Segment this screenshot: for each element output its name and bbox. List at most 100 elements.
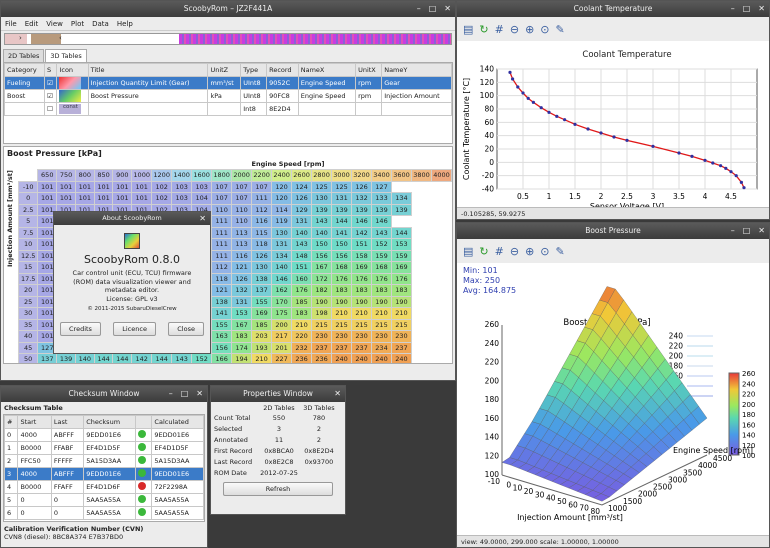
value-cell[interactable]: 129: [291, 203, 313, 216]
value-cell[interactable]: 112: [211, 261, 233, 274]
value-cell[interactable]: 176: [331, 272, 353, 285]
column-header[interactable]: Icon: [56, 63, 89, 77]
maximize-icon[interactable]: □: [743, 1, 751, 17]
value-cell[interactable]: 160: [291, 272, 313, 285]
value-cell[interactable]: 143: [371, 226, 392, 239]
column-header[interactable]: Last: [50, 415, 85, 429]
maximize-icon[interactable]: □: [181, 386, 189, 402]
value-cell[interactable]: 139: [56, 353, 76, 363]
value-cell[interactable]: 124: [291, 180, 313, 193]
menu-file[interactable]: File: [5, 20, 17, 28]
value-cell[interactable]: 150: [331, 238, 353, 251]
value-cell[interactable]: 101: [131, 192, 153, 205]
value-cell[interactable]: 156: [331, 249, 353, 262]
about-close-button[interactable]: Close: [168, 321, 204, 336]
value-cell[interactable]: 236: [311, 353, 333, 363]
value-cell[interactable]: 103: [171, 180, 193, 193]
value-cell[interactable]: 230: [311, 330, 333, 343]
value-cell[interactable]: 143: [171, 353, 193, 363]
value-cell[interactable]: 113: [231, 238, 253, 251]
data-point[interactable]: [677, 151, 681, 155]
coolant-chart[interactable]: Coolant Temperature 140 120 100 80 60 40 20 0 -20…: [457, 41, 769, 209]
menu-view[interactable]: View: [46, 20, 63, 28]
value-cell[interactable]: 139: [371, 203, 392, 216]
value-cell[interactable]: 143: [291, 238, 313, 251]
value-cell[interactable]: 155: [251, 295, 273, 308]
value-cell[interactable]: 107: [231, 180, 253, 193]
tab-2d-tables[interactable]: 2D Tables: [3, 49, 45, 62]
value-cell[interactable]: 103: [171, 192, 193, 205]
maximize-icon[interactable]: □: [743, 223, 751, 239]
value-cell[interactable]: 183: [391, 284, 412, 297]
value-cell[interactable]: 153: [391, 238, 412, 251]
column-header[interactable]: Start: [17, 415, 52, 429]
value-cell[interactable]: 144: [391, 226, 412, 239]
value-cell[interactable]: 101: [131, 180, 153, 193]
value-cell[interactable]: 152: [191, 353, 213, 363]
export-icon[interactable]: ▤: [463, 23, 473, 36]
value-cell[interactable]: 190: [311, 295, 333, 308]
value-cell[interactable]: 158: [351, 249, 373, 262]
data-point[interactable]: [690, 154, 694, 158]
table-row[interactable]: 1 B0000 FFABF EF4D1D5F EF4D1D5F: [4, 441, 204, 455]
value-cell[interactable]: 140: [291, 226, 313, 239]
value-cell[interactable]: 169: [391, 261, 412, 274]
value-cell[interactable]: 162: [271, 284, 293, 297]
value-cell[interactable]: 139: [311, 203, 333, 216]
table-row[interactable]: 0 4000 ABFFF 9EDD01E6 9EDD01E6: [4, 428, 204, 442]
value-cell[interactable]: 134: [391, 192, 412, 205]
data-point[interactable]: [539, 106, 543, 110]
boost-titlebar[interactable]: Boost Pressure – □ ✕: [457, 223, 769, 239]
close-icon[interactable]: ✕: [758, 223, 765, 239]
value-cell[interactable]: 111: [211, 238, 233, 251]
value-cell[interactable]: 107: [231, 192, 253, 205]
value-cell[interactable]: 113: [231, 226, 253, 239]
value-cell[interactable]: 102: [151, 180, 173, 193]
main-titlebar[interactable]: ScoobyRom – JZ2F441A – □ ✕: [1, 1, 455, 17]
value-cell[interactable]: 210: [391, 307, 412, 320]
value-cell[interactable]: 148: [291, 249, 313, 262]
value-cell[interactable]: 141: [211, 307, 233, 320]
value-cell[interactable]: 200: [271, 318, 293, 331]
column-header[interactable]: #: [4, 415, 19, 429]
about-titlebar[interactable]: About ScoobyRom ✕: [54, 212, 210, 225]
minimize-icon[interactable]: –: [731, 223, 735, 239]
column-header[interactable]: Type: [240, 63, 268, 77]
value-cell[interactable]: 174: [231, 341, 253, 354]
value-cell[interactable]: 167: [231, 318, 253, 331]
data-point[interactable]: [724, 166, 728, 170]
value-cell[interactable]: 230: [371, 330, 392, 343]
value-cell[interactable]: 236: [291, 353, 313, 363]
value-cell[interactable]: 118: [251, 238, 273, 251]
value-cell[interactable]: 134: [271, 249, 293, 262]
value-cell[interactable]: 175: [271, 307, 293, 320]
value-cell[interactable]: 237: [351, 341, 373, 354]
data-point[interactable]: [573, 122, 577, 126]
value-cell[interactable]: 152: [371, 238, 392, 251]
value-cell[interactable]: 140: [311, 226, 333, 239]
value-cell[interactable]: 227: [271, 353, 293, 363]
close-icon[interactable]: ✕: [758, 1, 765, 17]
value-cell[interactable]: 169: [351, 261, 373, 274]
value-cell[interactable]: 210: [291, 318, 313, 331]
value-cell[interactable]: 102: [151, 192, 173, 205]
column-header[interactable]: UnitZ: [207, 63, 242, 77]
minimize-icon[interactable]: –: [731, 1, 735, 17]
value-cell[interactable]: 210: [251, 353, 273, 363]
value-cell[interactable]: 120: [271, 180, 293, 193]
value-cell[interactable]: 101: [56, 180, 76, 193]
value-cell[interactable]: 131: [271, 238, 293, 251]
data-point[interactable]: [739, 180, 743, 184]
value-cell[interactable]: 101: [112, 192, 133, 205]
value-cell[interactable]: 182: [311, 284, 333, 297]
data-point[interactable]: [555, 114, 559, 118]
value-cell[interactable]: 107: [211, 192, 233, 205]
value-cell[interactable]: 168: [331, 261, 353, 274]
value-cell[interactable]: 121: [211, 284, 233, 297]
value-cell[interactable]: 146: [271, 272, 293, 285]
refresh-button[interactable]: Refresh: [223, 482, 333, 496]
column-header[interactable]: Calculated: [151, 415, 204, 429]
properties-titlebar[interactable]: Properties Window ✕: [211, 386, 345, 402]
column-header[interactable]: Checksum: [83, 415, 136, 429]
zoom-in-icon[interactable]: ⊕: [525, 245, 534, 258]
